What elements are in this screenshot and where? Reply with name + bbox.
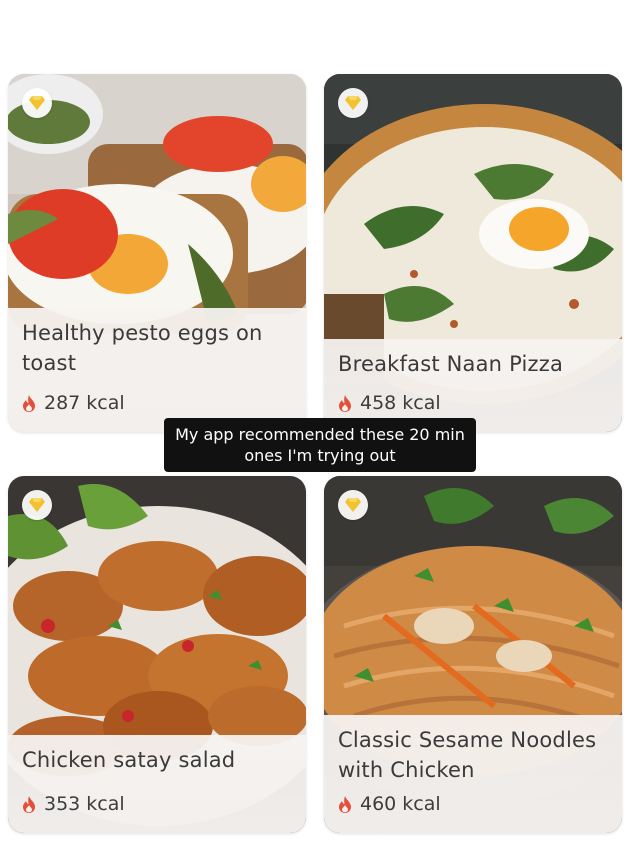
recipe-calories: 353 kcal [22,793,125,815]
premium-badge [22,490,52,520]
recipe-calories: 287 kcal [22,392,125,414]
recipe-info: Chicken satay salad 353 kcal [8,735,306,833]
diamond-icon [345,96,361,110]
recipe-card-naan-pizza[interactable]: Breakfast Naan Pizza 458 kcal [324,74,622,432]
recipe-card-sesame-noodles[interactable]: Classic Sesame Noodles with Chicken 460 … [324,476,622,833]
calories-value: 460 kcal [360,793,441,815]
video-caption: My app recommended these 20 min ones I'm… [164,418,476,472]
recipe-card-pesto-eggs[interactable]: Healthy pesto eggs on toast 287 kcal [8,74,306,432]
recipe-title: Breakfast Naan Pizza [338,352,564,376]
diamond-icon [29,498,45,512]
premium-badge [338,490,368,520]
recipe-info: Healthy pesto eggs on toast 287 kcal [8,308,306,432]
recipe-card-chicken-satay[interactable]: Chicken satay salad 353 kcal [8,476,306,833]
diamond-icon [345,498,361,512]
calories-value: 353 kcal [44,793,125,815]
premium-badge [338,88,368,118]
calories-value: 458 kcal [360,392,441,414]
premium-badge [22,88,52,118]
recipe-title: Chicken satay salad [22,748,236,772]
flame-icon [23,795,35,813]
recipe-title: Classic Sesame Noodles with Chicken [338,728,597,782]
recipe-info: Classic Sesame Noodles with Chicken 460 … [324,715,622,833]
diamond-icon [29,96,45,110]
recipe-title: Healthy pesto eggs on toast [22,321,263,375]
recipe-calories: 460 kcal [338,793,441,815]
recipe-calories: 458 kcal [338,392,441,414]
flame-icon [339,795,351,813]
calories-value: 287 kcal [44,392,125,414]
flame-icon [339,394,351,412]
flame-icon [23,394,35,412]
